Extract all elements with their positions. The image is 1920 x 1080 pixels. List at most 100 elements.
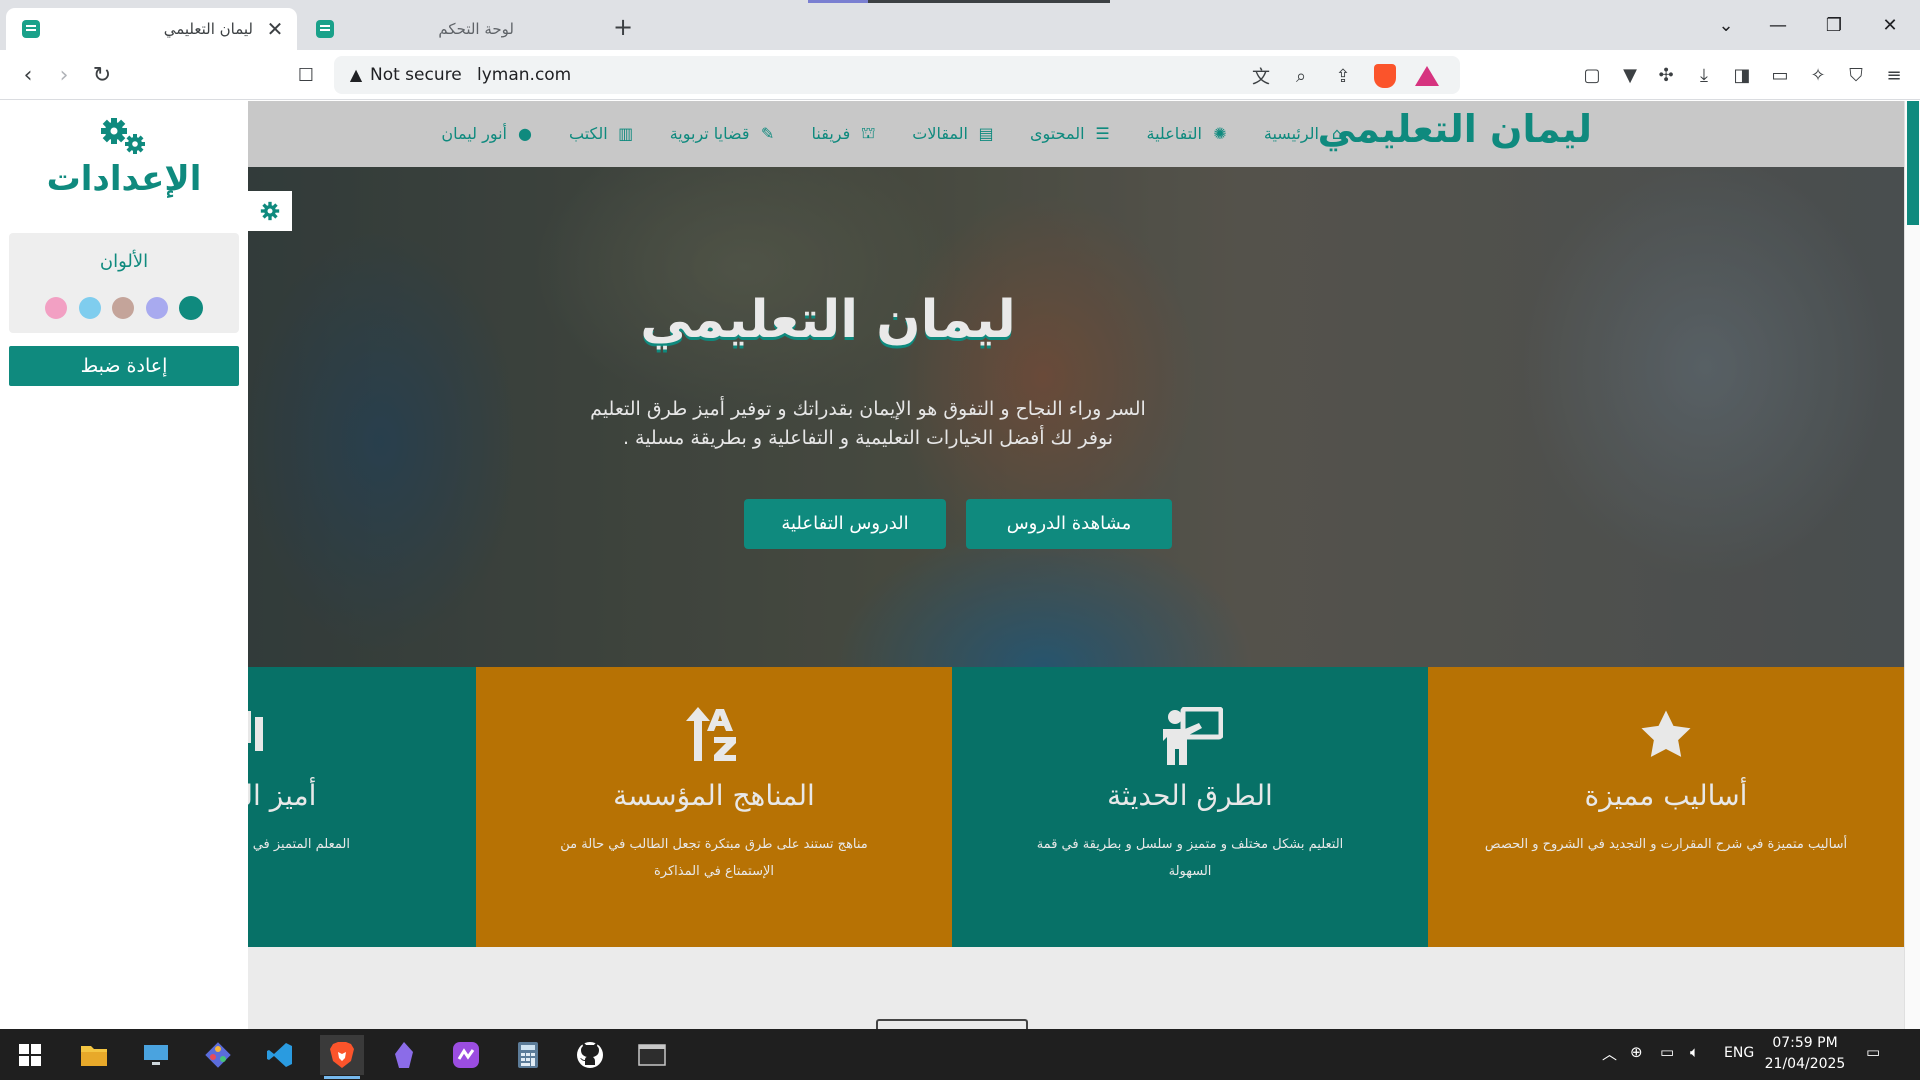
nav-item-3[interactable]: ▤ المقالات [895, 123, 1013, 144]
nav-item-label: قضايا تربوية [669, 124, 750, 143]
language-indicator[interactable]: ENG [1724, 1045, 1754, 1061]
notifications-icon[interactable]: ▭ [1866, 1043, 1880, 1061]
terminal-icon[interactable] [630, 1035, 674, 1075]
tab-title: ليمان التعليمي [163, 20, 253, 38]
nav-item-6[interactable]: ▥ الكتب [552, 123, 653, 144]
nav-item-label: الرئيسية [1263, 124, 1319, 143]
site-favicon-icon [22, 20, 40, 38]
clock-date: 21/04/2025 [1764, 1056, 1846, 1072]
close-window-icon[interactable]: ✕ [1870, 10, 1910, 40]
extension-blank-icon[interactable]: ▢ [1578, 62, 1606, 88]
reload-icon[interactable]: ↻ [86, 60, 118, 90]
settings-title: الإعدادات [46, 159, 202, 199]
feature-title: أميز المعلمين [248, 779, 317, 812]
extensions-puzzle-icon[interactable]: ✣ [1652, 62, 1680, 88]
feature-card: أميز المعلمين المعلم المتميز في طريقة شر… [248, 667, 476, 947]
feature-title: الطرق الحديثة [1107, 779, 1273, 812]
section-frame [876, 1019, 1028, 1029]
wallet-icon[interactable]: ▭ [1766, 62, 1794, 88]
file-explorer-icon[interactable] [72, 1035, 116, 1075]
feature-text: مناهج تستند على طرق مبتكرة تجعل الطالب ف… [560, 837, 868, 879]
school-icon: ⛫ [860, 123, 876, 142]
leo-ai-icon[interactable]: ✧ [1804, 62, 1832, 88]
brave-browser-icon[interactable] [320, 1035, 364, 1079]
sort-alpha-icon [476, 707, 952, 761]
address-bar[interactable]: ▲ Not secure lyman.com 文 ⌕ ⇪ [334, 56, 1460, 94]
color-swatch-teal[interactable] [179, 296, 203, 320]
restore-icon[interactable]: ❐ [1814, 10, 1854, 40]
bookmark-icon[interactable]: ☐ [290, 60, 322, 90]
vpn-icon[interactable]: ▼ [1616, 62, 1644, 88]
volume-icon[interactable]: 🔈︎ [1690, 1043, 1699, 1061]
calculator-icon[interactable] [506, 1035, 550, 1075]
warning-icon: ▲ [349, 65, 363, 84]
feature-text: المعلم المتميز في طريقة شرحه عن غيره [248, 837, 350, 852]
tab-search-icon[interactable]: ⌄ [1706, 10, 1746, 40]
sidebar-icon[interactable]: ◨ [1728, 62, 1756, 88]
hero-section: ليمان التعليمي السر وراء النجاح و التفوق… [248, 167, 1904, 667]
windows-start-icon[interactable] [8, 1035, 52, 1075]
nav-item-7[interactable]: ● أنور ليمان [424, 123, 552, 144]
hero-line-2: نوفر لك أفضل الخيارات التعليمية و التفاع… [622, 427, 1114, 449]
network-globe-icon[interactable]: ⊕ [1630, 1043, 1643, 1061]
nav-item-1[interactable]: ✺ التفاعلية [1130, 123, 1247, 144]
colors-label: الألوان [99, 251, 149, 272]
feature-title: المناهج المؤسسة [613, 779, 815, 812]
windows-taskbar: ︿ ⊕ ▭ 🔈︎ ENG 07:59 PM 21/04/2025 ▭ [0, 1029, 1920, 1080]
brave-rewards-icon[interactable] [1414, 63, 1440, 89]
nav-item-2[interactable]: ☰ المحتوى [1013, 123, 1130, 144]
main-nav: ⌂ الرئيسية ✺ التفاعلية ☰ المحتوى ▤ المقالات ⛫ فري… [424, 123, 1364, 144]
share-icon[interactable]: ⇪ [1330, 63, 1356, 89]
reset-button[interactable]: إعادة ضبط [9, 346, 239, 386]
back-icon[interactable]: ‹ [12, 60, 44, 90]
colors-box: الألوان [9, 233, 239, 333]
page-scrollbar[interactable] [1904, 101, 1920, 1029]
vpn-shield-icon[interactable]: ⛉ [1842, 62, 1870, 88]
app-purple-icon[interactable] [444, 1035, 488, 1075]
web-page: ليمان التعليمي ⌂ الرئيسية ✺ التفاعلية ☰ المحت… [0, 101, 1920, 1029]
scrollbar-thumb[interactable] [1907, 101, 1919, 225]
close-tab-icon[interactable]: ✕ [263, 17, 287, 41]
clock[interactable]: 07:59 PM 21/04/2025 [1760, 1033, 1850, 1075]
color-swatch-light-blue[interactable] [79, 297, 101, 319]
nav-item-5[interactable]: ✎ قضايا تربوية [653, 123, 795, 144]
translate-icon[interactable]: 文 [1248, 63, 1274, 89]
brave-shields-icon[interactable] [1372, 63, 1398, 89]
this-pc-icon[interactable] [134, 1035, 178, 1075]
site-favicon-icon [316, 20, 334, 38]
nav-item-4[interactable]: ⛫ فريقنا [795, 123, 896, 144]
battery-icon[interactable]: ▭ [1660, 1043, 1674, 1061]
git-extensions-icon[interactable] [196, 1035, 240, 1075]
feature-card: الطرق الحديثة التعليم بشكل مختلف و متميز… [952, 667, 1428, 947]
tab-drag-indicator [808, 0, 1110, 3]
interactive-lessons-button[interactable]: الدروس التفاعلية [744, 499, 946, 549]
download-icon[interactable]: ⤓ [1690, 62, 1718, 88]
star-icon [1428, 707, 1904, 763]
security-label[interactable]: Not secure [370, 65, 462, 85]
new-tab-button[interactable]: + [608, 12, 638, 42]
url-text[interactable]: lyman.com [477, 65, 571, 85]
hero-description: السر وراء النجاح و التفوق هو الإيمان بقد… [568, 395, 1168, 453]
vscode-icon[interactable] [258, 1035, 302, 1075]
chalkboard-icon [248, 707, 476, 761]
settings-panel: الإعدادات الألوان إعادة ضبط [0, 101, 248, 1029]
forward-icon[interactable]: › [48, 60, 80, 90]
show-hidden-icons-icon[interactable]: ︿ [1602, 1043, 1617, 1064]
color-swatch-pink[interactable] [45, 297, 67, 319]
zoom-icon[interactable]: ⌕ [1288, 63, 1314, 89]
browser-toolbar: ‹ › ↻ ☐ ▲ Not secure lyman.com 文 ⌕ ⇪ ▢ ▼… [0, 50, 1920, 100]
menu-icon[interactable]: ≡ [1880, 62, 1908, 88]
nav-item-label: التفاعلية [1146, 124, 1202, 143]
color-swatch-lavender[interactable] [146, 297, 168, 319]
tab-dashboard[interactable]: لوحة التحكم [300, 8, 584, 50]
github-desktop-icon[interactable] [568, 1035, 612, 1075]
nav-item-0[interactable]: ⌂ الرئيسية [1247, 123, 1364, 144]
tab-lyman[interactable]: ليمان التعليمي ✕ [6, 8, 297, 50]
feature-card: المناهج المؤسسة مناهج تستند على طرق مبتك… [476, 667, 952, 947]
minimize-icon[interactable]: — [1758, 10, 1798, 40]
obsidian-icon[interactable] [382, 1035, 426, 1075]
color-swatch-brown[interactable] [112, 297, 134, 319]
watch-lessons-button[interactable]: مشاهدة الدروس [966, 499, 1172, 549]
feature-card: أساليب مميزة أساليب متميزة في شرح المقرا… [1428, 667, 1904, 947]
nav-item-label: الكتب [568, 124, 608, 143]
